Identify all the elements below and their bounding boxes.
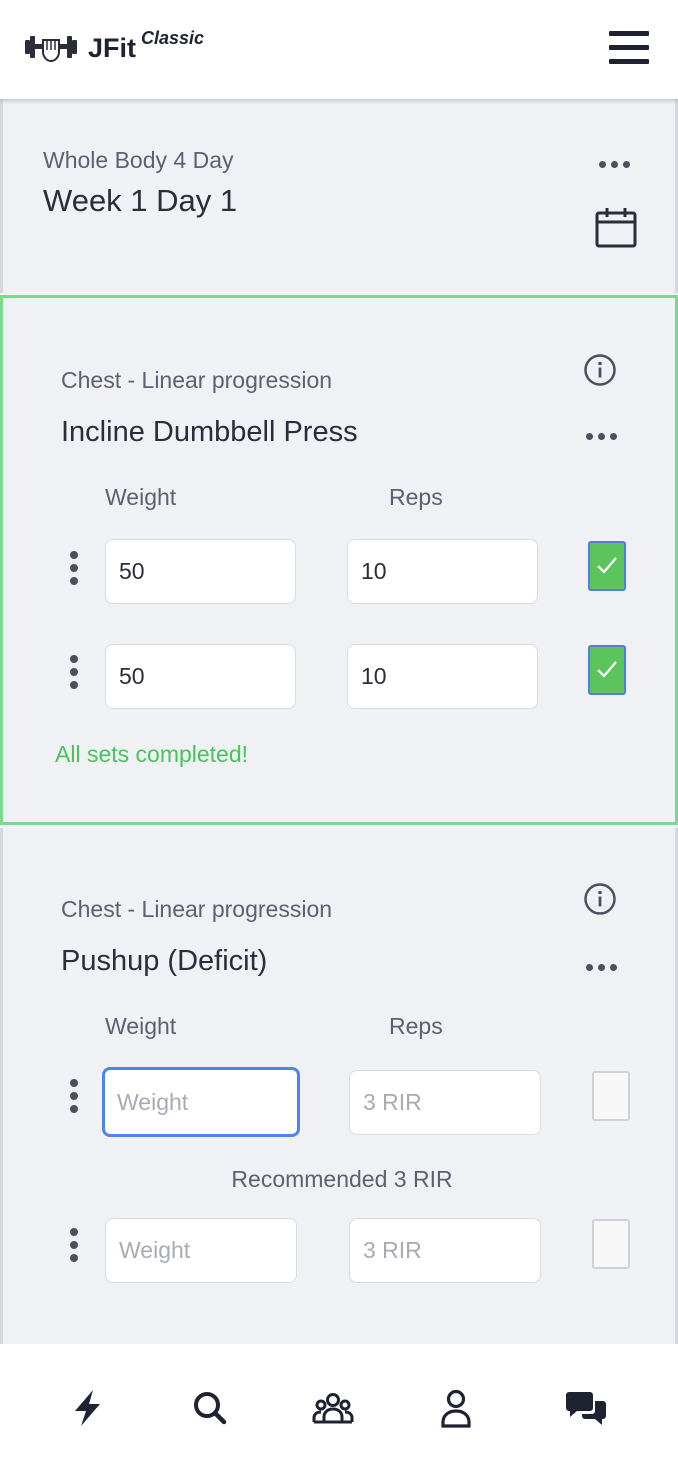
reps-input[interactable] xyxy=(347,539,538,604)
search-icon[interactable] xyxy=(188,1388,232,1428)
exercise-card: Chest - Linear progression Pushup (Defic… xyxy=(0,828,678,1344)
checkmark-icon xyxy=(597,557,617,574)
checkmark-icon xyxy=(597,661,617,678)
top-app-bar: JFit Classic xyxy=(0,0,678,99)
exercise-card: Chest - Linear progression Incline Dumbb… xyxy=(0,295,678,825)
set-complete-checkbox[interactable] xyxy=(588,541,626,591)
chat-bubbles-icon[interactable] xyxy=(564,1388,608,1428)
exercise-more-icon[interactable] xyxy=(586,433,617,440)
set-menu-icon[interactable] xyxy=(69,551,79,585)
reps-column-label: Reps xyxy=(389,1013,443,1039)
exercise-more-icon[interactable] xyxy=(586,964,617,971)
program-name: Whole Body 4 Day xyxy=(43,147,234,173)
set-menu-icon[interactable] xyxy=(69,1228,79,1262)
exercise-name[interactable]: Incline Dumbbell Press xyxy=(61,416,358,449)
bottom-navigation xyxy=(0,1344,678,1470)
set-complete-checkbox[interactable] xyxy=(588,645,626,695)
weight-input[interactable] xyxy=(105,1218,297,1283)
reps-column-label: Reps xyxy=(389,484,443,510)
calendar-icon[interactable] xyxy=(595,207,637,249)
reps-input[interactable] xyxy=(349,1218,541,1283)
weight-input[interactable] xyxy=(105,539,296,604)
user-profile-icon[interactable] xyxy=(434,1388,478,1428)
info-icon[interactable] xyxy=(583,353,617,387)
dumbbell-fist-icon[interactable] xyxy=(24,31,78,65)
lightning-bolt-icon[interactable] xyxy=(66,1388,110,1428)
brand-name: JFit xyxy=(88,33,137,63)
reps-input[interactable] xyxy=(349,1070,541,1135)
sets-completed-status: All sets completed! xyxy=(55,741,249,767)
exercise-name[interactable]: Pushup (Deficit) xyxy=(61,945,267,978)
reps-recommendation: Recommended 3 RIR xyxy=(231,1166,453,1192)
users-group-icon[interactable] xyxy=(311,1388,355,1428)
exercise-muscle-group: Chest - Linear progression xyxy=(61,896,333,922)
workout-header: Whole Body 4 Day Week 1 Day 1 xyxy=(0,99,678,293)
weight-input[interactable] xyxy=(105,644,296,709)
weight-column-label: Weight xyxy=(105,1013,177,1039)
weight-input[interactable] xyxy=(102,1067,300,1137)
set-complete-checkbox[interactable] xyxy=(592,1071,630,1121)
reps-input[interactable] xyxy=(347,644,538,709)
workout-more-icon[interactable] xyxy=(599,161,630,168)
weight-column-label: Weight xyxy=(105,484,177,510)
day-title: Week 1 Day 1 xyxy=(43,183,238,218)
info-icon[interactable] xyxy=(583,882,617,916)
hamburger-menu-icon[interactable] xyxy=(609,31,649,65)
brand-edition: Classic xyxy=(141,28,205,48)
set-menu-icon[interactable] xyxy=(69,655,79,689)
set-menu-icon[interactable] xyxy=(69,1079,79,1113)
exercise-muscle-group: Chest - Linear progression xyxy=(61,367,333,393)
set-complete-checkbox[interactable] xyxy=(592,1219,630,1269)
